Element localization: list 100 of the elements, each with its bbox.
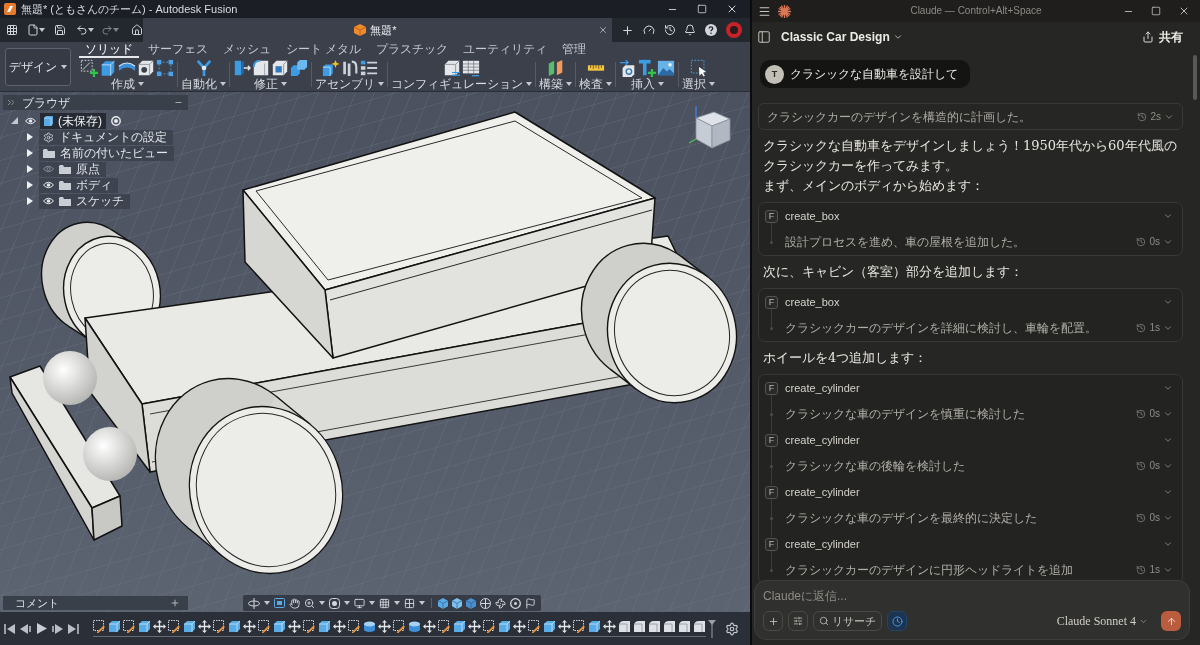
pencil-square-icon[interactable] bbox=[393, 620, 406, 633]
ribbon-group-menu[interactable]: 選択 bbox=[682, 77, 715, 91]
move-arrows-icon[interactable] bbox=[558, 620, 571, 633]
menu-icon[interactable] bbox=[758, 4, 771, 18]
chevron-down-icon[interactable] bbox=[1163, 539, 1173, 549]
composer-field[interactable]: Claudeに返信... リサーチ Claude Sonnet 4 bbox=[754, 580, 1190, 640]
caret-icon[interactable] bbox=[39, 28, 45, 32]
box-icon[interactable] bbox=[453, 620, 466, 633]
selection-cursor-icon[interactable] bbox=[689, 58, 708, 77]
caret-icon[interactable] bbox=[394, 601, 400, 605]
move-arrows-icon[interactable] bbox=[153, 620, 166, 633]
chevron-down-icon[interactable] bbox=[1163, 487, 1173, 497]
box-icon[interactable] bbox=[138, 620, 151, 633]
cube-link-icon[interactable] bbox=[619, 58, 637, 77]
ribbon-group-menu[interactable]: アセンブリ bbox=[315, 77, 384, 91]
chevron-down-icon[interactable] bbox=[1163, 323, 1173, 333]
help-icon[interactable] bbox=[705, 24, 718, 36]
history-icon[interactable] bbox=[663, 24, 676, 36]
pencil-square-icon[interactable] bbox=[213, 620, 226, 633]
pencil-square-icon[interactable] bbox=[438, 620, 451, 633]
ribbon-group-menu[interactable]: 自動化 bbox=[181, 77, 226, 91]
pencil-square-icon[interactable] bbox=[483, 620, 496, 633]
expand-triangle-icon[interactable] bbox=[27, 149, 33, 157]
box-icon[interactable] bbox=[318, 620, 331, 633]
conversation-title[interactable]: Classic Car Design bbox=[781, 30, 903, 44]
home-icon[interactable] bbox=[131, 24, 143, 36]
rounded-block-icon[interactable] bbox=[663, 620, 676, 633]
cube-icon[interactable] bbox=[438, 597, 448, 609]
radio-icon[interactable] bbox=[111, 115, 121, 126]
maximize-icon[interactable] bbox=[697, 4, 707, 14]
chevron-down-icon[interactable] bbox=[1163, 435, 1173, 445]
cube-icon[interactable] bbox=[466, 597, 476, 609]
chevron-down-icon[interactable] bbox=[1163, 461, 1173, 471]
rounded-block-icon[interactable] bbox=[633, 620, 646, 633]
ribbon-group-menu[interactable]: 挿入 bbox=[630, 77, 664, 91]
display-style-icon[interactable] bbox=[329, 597, 340, 609]
text-plus-icon[interactable] bbox=[638, 58, 656, 77]
ribbon-tab[interactable]: 管理 bbox=[556, 42, 593, 58]
box-icon[interactable] bbox=[273, 620, 286, 633]
rounded-block-icon[interactable] bbox=[693, 620, 706, 633]
section-icon[interactable] bbox=[480, 597, 491, 609]
plus-icon[interactable] bbox=[621, 23, 634, 37]
chevron-down-icon[interactable] bbox=[1163, 383, 1173, 393]
pencil-square-icon[interactable] bbox=[303, 620, 316, 633]
caret-icon[interactable] bbox=[344, 601, 350, 605]
settings-icon[interactable] bbox=[725, 621, 739, 636]
ring-icon[interactable] bbox=[510, 597, 521, 609]
cube-star-icon[interactable] bbox=[321, 58, 340, 77]
rounded-block-icon[interactable] bbox=[678, 620, 691, 633]
pencil-square-icon[interactable] bbox=[258, 620, 271, 633]
model-selector[interactable]: Claude Sonnet 4 bbox=[1056, 614, 1148, 628]
file-icon[interactable] bbox=[27, 24, 39, 36]
send-button[interactable] bbox=[1161, 611, 1181, 631]
close-tab-icon[interactable] bbox=[598, 25, 608, 35]
move-arrows-icon[interactable] bbox=[198, 620, 211, 633]
planes-icon[interactable] bbox=[546, 58, 565, 77]
redo-icon[interactable] bbox=[101, 24, 113, 36]
move-arrows-icon[interactable] bbox=[468, 620, 481, 633]
close-icon[interactable] bbox=[726, 3, 738, 15]
workspace-dropdown[interactable]: デザイン bbox=[5, 47, 71, 86]
caret-icon[interactable] bbox=[113, 28, 119, 32]
ribbon-tab[interactable]: シート メタル bbox=[280, 42, 368, 58]
reply-input[interactable]: Claudeに返信... bbox=[763, 588, 1181, 604]
ribbon-group-menu[interactable]: 検査 bbox=[579, 77, 612, 91]
hollow-cube-icon[interactable] bbox=[271, 58, 289, 77]
avatar-icon[interactable] bbox=[726, 22, 742, 38]
hinge-icon[interactable] bbox=[340, 58, 359, 77]
dashed-square-plus-icon[interactable] bbox=[80, 58, 98, 77]
caret-icon[interactable] bbox=[369, 601, 375, 605]
ribbon-tab[interactable]: ソリッド bbox=[79, 42, 139, 58]
cylinder-icon[interactable] bbox=[363, 620, 376, 633]
box-icon[interactable] bbox=[588, 620, 601, 633]
expand-triangle-icon[interactable] bbox=[27, 133, 33, 141]
cubes-icon[interactable] bbox=[290, 58, 308, 77]
share-button[interactable]: 共有 bbox=[1142, 30, 1183, 44]
skip-end-icon[interactable] bbox=[68, 623, 79, 634]
ribbon-group-menu[interactable]: 作成 bbox=[110, 77, 144, 91]
cube-hole-icon[interactable] bbox=[137, 58, 155, 77]
cube-icon[interactable] bbox=[443, 58, 461, 77]
move-arrows-icon[interactable] bbox=[288, 620, 301, 633]
box-icon[interactable] bbox=[228, 620, 241, 633]
caret-icon[interactable] bbox=[264, 601, 270, 605]
step-forward-icon[interactable] bbox=[52, 623, 63, 634]
panel-arrow-icon[interactable] bbox=[233, 58, 251, 77]
chevron-down-icon[interactable] bbox=[1163, 565, 1173, 575]
pencil-square-icon[interactable] bbox=[528, 620, 541, 633]
screen-icon[interactable] bbox=[274, 598, 285, 608]
move-arrows-icon[interactable] bbox=[603, 620, 616, 633]
cylinder-icon[interactable] bbox=[408, 620, 421, 633]
undo-icon[interactable] bbox=[76, 24, 88, 36]
move-arrows-icon[interactable] bbox=[378, 620, 391, 633]
grip-icon[interactable] bbox=[8, 100, 14, 105]
close-icon[interactable] bbox=[1178, 5, 1190, 17]
pencil-square-icon[interactable] bbox=[168, 620, 181, 633]
box-icon[interactable] bbox=[108, 620, 121, 633]
rounded-block-icon[interactable] bbox=[648, 620, 661, 633]
move-arrows-icon[interactable] bbox=[513, 620, 526, 633]
document-tab[interactable]: 無題* bbox=[143, 18, 612, 42]
list-icon[interactable] bbox=[359, 58, 378, 77]
expand-triangle-icon[interactable] bbox=[27, 165, 33, 173]
